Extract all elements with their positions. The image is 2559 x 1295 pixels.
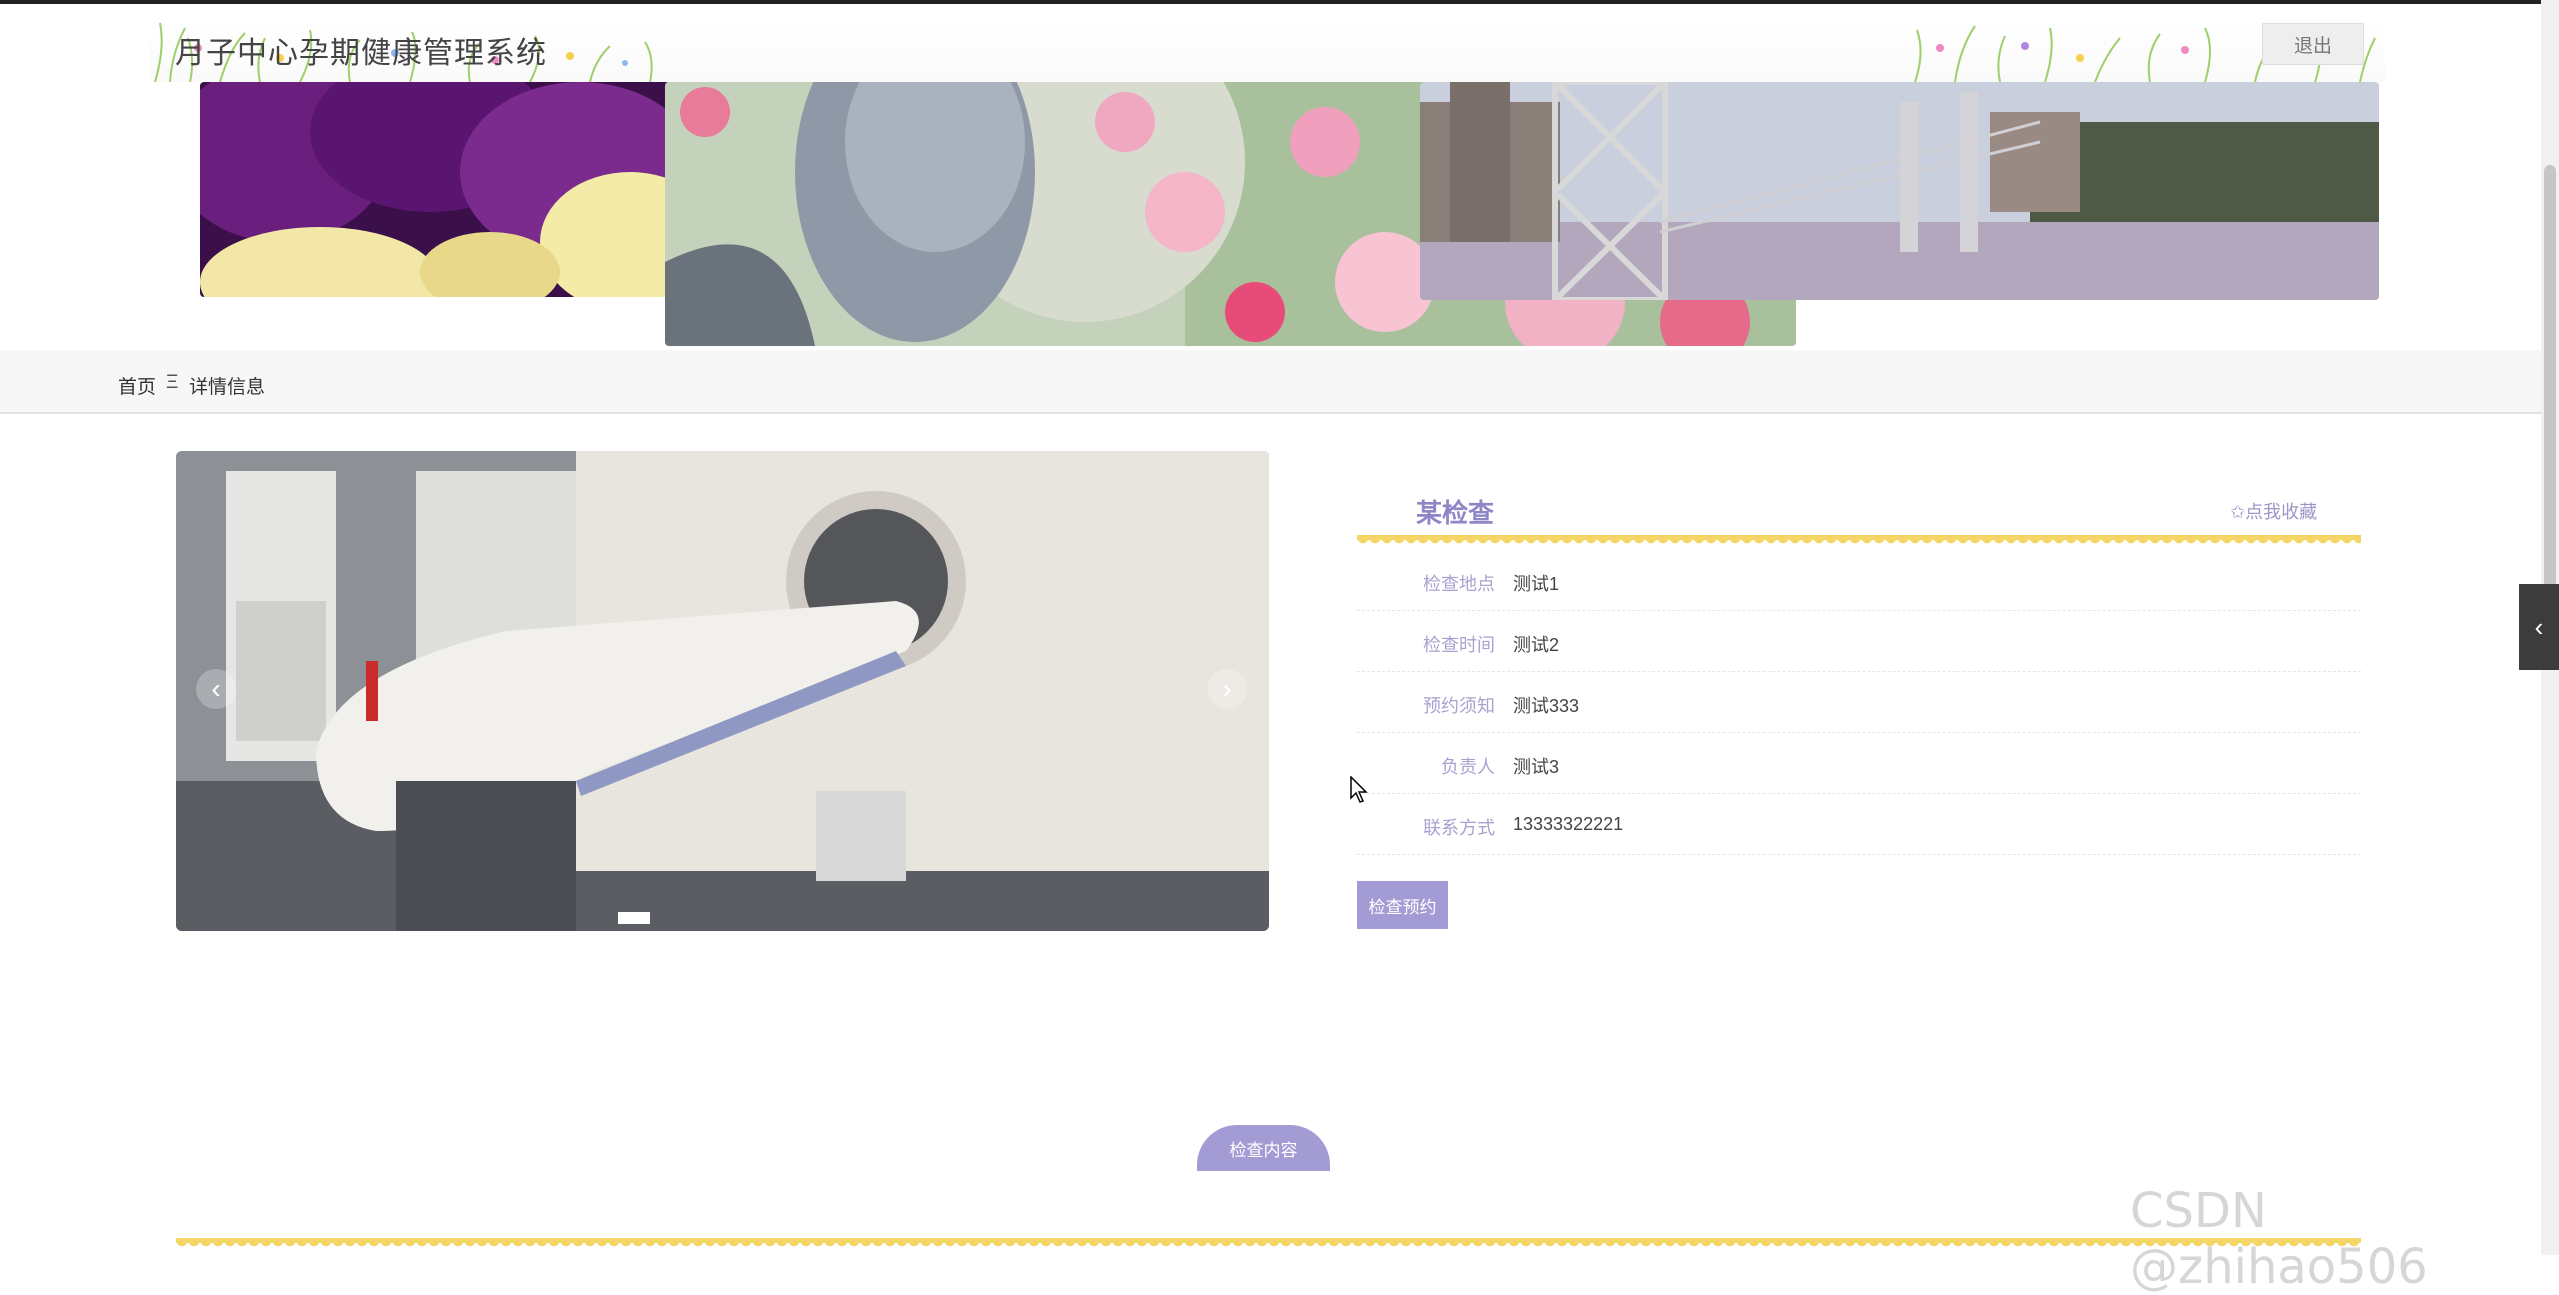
detail-image-carousel[interactable]: ‹ › — [176, 451, 1269, 931]
logout-button[interactable]: 退出 — [2262, 23, 2364, 65]
breadcrumb: 首页 Ξ 详情信息 — [0, 350, 2541, 414]
carousel-indicator[interactable] — [618, 912, 650, 924]
breadcrumb-current: 详情信息 — [189, 377, 266, 398]
watermark: CSDN @zhihao506 — [2130, 1183, 2428, 1295]
field-value: 13333322221 — [1513, 814, 1624, 834]
tab-exam-content[interactable]: 检查内容 — [1197, 1125, 1330, 1171]
mouse-cursor-icon — [1350, 776, 1368, 803]
carousel-next-button[interactable]: › — [1207, 669, 1247, 709]
content-divider — [176, 1238, 2361, 1252]
detail-row-time: 检查时间 测试2 — [1357, 611, 2361, 672]
field-label: 联系方式 — [1423, 818, 1495, 838]
site-header: 月子中心孕期健康管理系统 退出 — [150, 18, 2385, 82]
book-exam-button[interactable]: 检查预约 — [1357, 881, 1448, 929]
banner-slide-flowers — [200, 82, 670, 297]
field-value: 测试3 — [1513, 757, 1560, 777]
field-label: 预约须知 — [1423, 696, 1495, 716]
ct-scanner-image — [176, 451, 1269, 931]
banner-slide-bridge — [1420, 82, 2379, 300]
field-label: 检查地点 — [1423, 574, 1495, 594]
field-value: 测试333 — [1513, 696, 1580, 716]
detail-row-location: 检查地点 测试1 — [1357, 550, 2361, 611]
title-divider — [1357, 535, 2361, 549]
breadcrumb-home-link[interactable]: 首页 — [118, 372, 156, 399]
favorite-button[interactable]: ✩点我收藏 — [2230, 498, 2317, 524]
window-top-border — [0, 0, 2559, 4]
field-label: 检查时间 — [1423, 635, 1495, 655]
detail-row-notice: 预约须知 测试333 — [1357, 672, 2361, 733]
side-panel-toggle[interactable]: ‹ — [2519, 584, 2559, 670]
breadcrumb-separator: Ξ — [166, 372, 179, 393]
detail-title: 某检查 — [1416, 498, 1495, 528]
scrollbar-thumb[interactable] — [2544, 165, 2556, 610]
detail-row-contact: 联系方式 13333322221 — [1357, 794, 2361, 855]
field-value: 测试1 — [1513, 574, 1560, 594]
site-title: 月子中心孕期健康管理系统 — [175, 37, 547, 70]
field-label: 负责人 — [1441, 757, 1495, 777]
banner-carousel[interactable] — [0, 82, 2559, 391]
carousel-prev-button[interactable]: ‹ — [196, 669, 236, 709]
detail-row-person: 负责人 测试3 — [1357, 733, 2361, 794]
field-value: 测试2 — [1513, 635, 1560, 655]
